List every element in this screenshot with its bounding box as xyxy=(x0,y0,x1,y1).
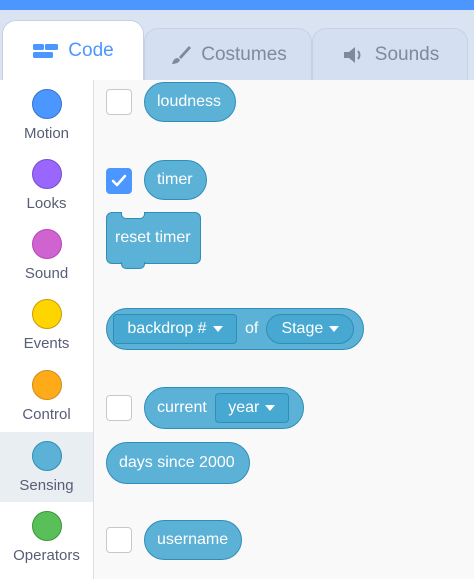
days-since-2000-label: days since 2000 xyxy=(119,454,235,471)
tab-costumes[interactable]: Costumes xyxy=(144,28,312,80)
username-block[interactable]: username xyxy=(144,520,242,560)
top-menu-bar xyxy=(0,0,474,10)
current-unit-value: year xyxy=(228,399,260,416)
timer-label: timer xyxy=(157,171,193,188)
category-dot-icon xyxy=(31,89,62,119)
days-since-2000-block[interactable]: days since 2000 xyxy=(106,442,250,484)
timer-checkbox[interactable] xyxy=(106,168,132,194)
category-dot-icon xyxy=(31,511,62,541)
category-label: Sensing xyxy=(19,477,74,494)
current-unit-dropdown[interactable]: year xyxy=(214,393,289,423)
editor-tabs: Code Costumes Sounds xyxy=(0,10,474,80)
speaker-icon xyxy=(343,46,361,63)
loudness-checkbox[interactable] xyxy=(106,89,132,115)
category-operators[interactable]: Operators xyxy=(0,502,93,572)
username-checkbox[interactable] xyxy=(106,527,132,553)
tab-code-label: Code xyxy=(68,39,114,61)
block-notch xyxy=(121,212,145,219)
reset-timer-block[interactable]: reset timer xyxy=(106,212,201,269)
checkmark-icon xyxy=(111,174,127,187)
chevron-down-icon xyxy=(212,326,223,332)
category-label: Control xyxy=(22,406,71,423)
category-sound[interactable]: Sound xyxy=(0,220,93,290)
brush-icon xyxy=(172,45,192,64)
category-dot-icon xyxy=(31,159,62,189)
backdrop-property-value: backdrop # xyxy=(127,320,207,337)
code-icon xyxy=(33,43,59,58)
stage-target-value: Stage xyxy=(281,320,324,337)
category-dot-icon xyxy=(31,370,62,400)
chevron-down-icon xyxy=(329,326,340,332)
backdrop-of-block[interactable]: backdrop # of Stage xyxy=(106,308,364,350)
current-checkbox[interactable] xyxy=(106,395,132,421)
block-tab xyxy=(121,262,145,269)
category-motion[interactable]: Motion xyxy=(0,80,93,150)
category-menu: Motion Looks Sound Events Control Sensin… xyxy=(0,80,94,579)
of-label: of xyxy=(245,320,259,337)
category-dot-icon xyxy=(31,299,62,329)
category-looks[interactable]: Looks xyxy=(0,150,93,220)
current-block[interactable]: current year xyxy=(144,387,304,429)
category-label: Sound xyxy=(24,265,69,282)
category-label: Looks xyxy=(26,195,67,212)
backdrop-property-dropdown[interactable]: backdrop # xyxy=(113,314,237,344)
loudness-label: loudness xyxy=(157,93,222,110)
tab-costumes-label: Costumes xyxy=(201,43,287,65)
category-events[interactable]: Events xyxy=(0,290,93,360)
category-dot-icon xyxy=(31,441,62,471)
chevron-down-icon xyxy=(265,405,276,411)
reset-timer-label: reset timer xyxy=(115,229,191,246)
category-dot-icon xyxy=(31,229,62,259)
category-label: Operators xyxy=(13,547,80,564)
category-sensing[interactable]: Sensing xyxy=(0,432,93,502)
username-label: username xyxy=(157,531,229,548)
current-label: current xyxy=(157,399,207,416)
timer-block[interactable]: timer xyxy=(144,160,207,200)
category-label: Events xyxy=(23,335,70,352)
block-palette: loudness timer reset timer backdrop # of… xyxy=(94,80,474,579)
tab-sounds[interactable]: Sounds xyxy=(312,28,468,80)
loudness-block[interactable]: loudness xyxy=(144,82,236,122)
stage-target-dropdown[interactable]: Stage xyxy=(266,314,355,344)
tab-code[interactable]: Code xyxy=(2,20,144,80)
category-label: Motion xyxy=(23,125,70,142)
category-control[interactable]: Control xyxy=(0,361,93,431)
tab-sounds-label: Sounds xyxy=(374,43,440,65)
